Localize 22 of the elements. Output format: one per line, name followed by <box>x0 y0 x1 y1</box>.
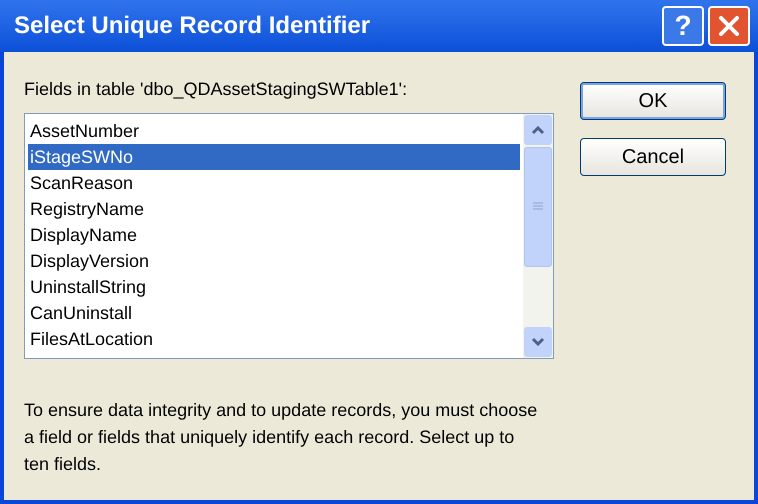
list-item[interactable]: FilesAtLocation <box>28 326 520 352</box>
list-item[interactable]: CanUninstall <box>28 300 520 326</box>
scroll-thumb[interactable] <box>524 147 552 267</box>
instruction-text: To ensure data integrity and to update records, you must choose a field or fields that uniquely identify each record. Select up to ten fields. <box>24 399 538 476</box>
cancel-button[interactable]: Cancel <box>580 138 726 176</box>
list-item[interactable]: AssetNumber <box>28 118 520 144</box>
help-button[interactable]: ? <box>662 6 704 46</box>
scroll-up-button[interactable] <box>524 115 552 145</box>
list-item[interactable]: UninstallString <box>28 274 520 300</box>
list-item[interactable]: DisplayVersion <box>28 248 520 274</box>
fields-label: Fields in table 'dbo_QDAssetStagingSWTable1': <box>24 78 408 101</box>
list-item[interactable]: iStageSWNo <box>28 144 520 170</box>
close-icon <box>717 14 741 38</box>
list-item[interactable]: RegistryName <box>28 196 520 222</box>
scroll-down-button[interactable] <box>524 327 552 357</box>
list-item[interactable]: ScanReason <box>28 170 520 196</box>
close-button[interactable] <box>708 6 750 46</box>
grip-icon <box>532 202 544 212</box>
list-item[interactable]: DisplayName <box>28 222 520 248</box>
scrollbar[interactable] <box>523 114 553 358</box>
ok-button[interactable]: OK <box>580 82 726 120</box>
window-title: Select Unique Record Identifier <box>14 11 372 41</box>
